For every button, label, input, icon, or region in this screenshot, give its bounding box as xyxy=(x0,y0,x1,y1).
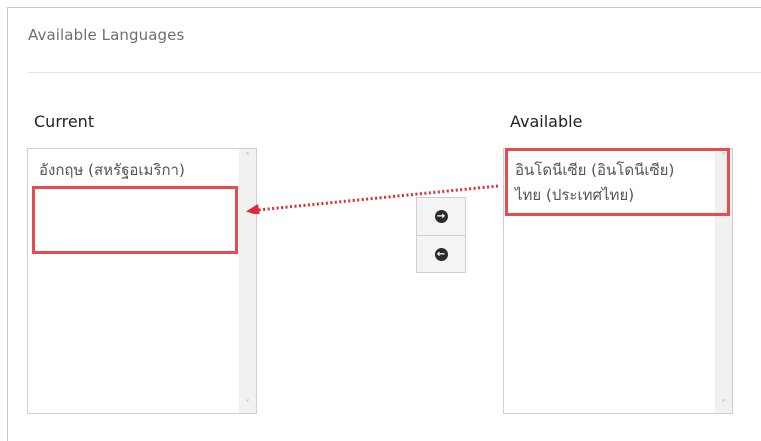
divider xyxy=(28,72,761,73)
scroll-down-icon[interactable]: ˅ xyxy=(715,396,732,413)
scroll-down-icon[interactable]: ˅ xyxy=(239,396,256,413)
list-item[interactable]: อังกฤษ (สหรัฐอเมริกา) xyxy=(28,158,239,183)
available-highlight-box xyxy=(505,148,730,216)
move-left-button[interactable]: ← xyxy=(416,235,466,273)
arrow-left-circle-icon: ← xyxy=(434,247,448,261)
available-label: Available xyxy=(510,112,583,131)
annotation-arrow xyxy=(246,184,499,214)
scroll-up-icon[interactable]: ˄ xyxy=(239,149,256,166)
current-highlight-box xyxy=(32,186,238,254)
panel-title: Available Languages xyxy=(28,26,185,44)
current-label: Current xyxy=(34,112,95,131)
